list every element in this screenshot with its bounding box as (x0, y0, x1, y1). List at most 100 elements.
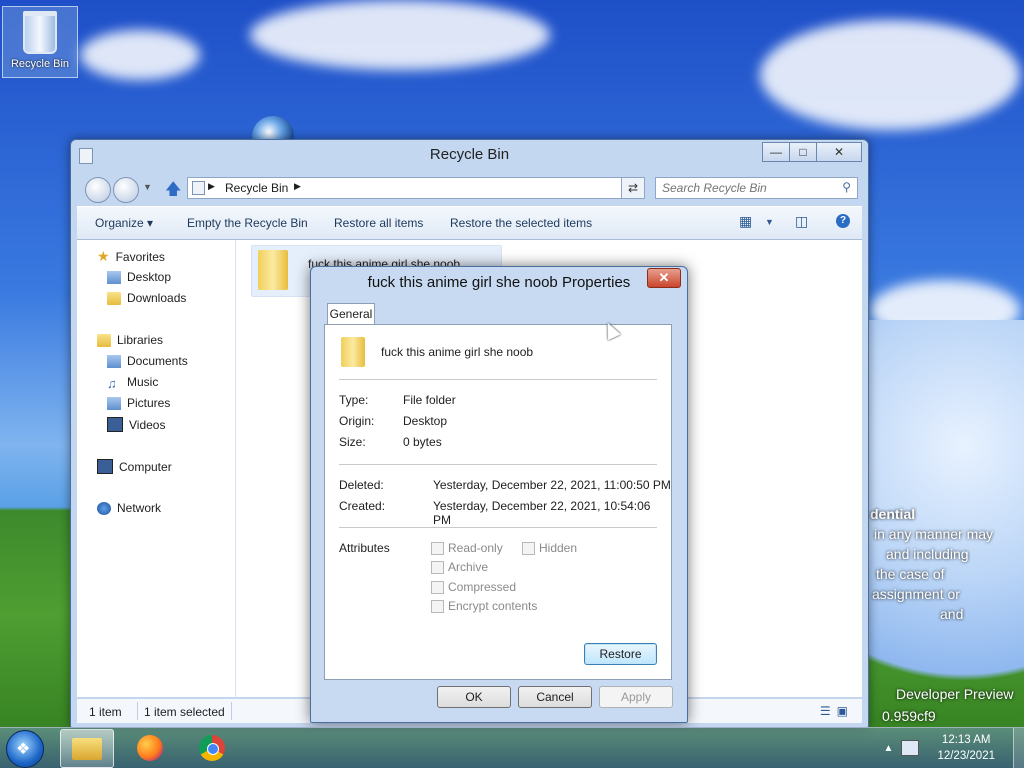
restore-all-button[interactable]: Restore all items (334, 216, 423, 230)
preview-pane-icon[interactable]: ◫ (795, 213, 808, 230)
size-label: Size: (339, 435, 366, 449)
chevron-right-icon[interactable]: ▶ (294, 181, 301, 192)
read-only-checkbox[interactable]: Read-only (431, 541, 503, 555)
checkbox-label: Encrypt contents (448, 599, 538, 613)
minimize-button[interactable]: — (762, 142, 790, 162)
folder-icon (341, 337, 365, 367)
nav-label: Desktop (127, 270, 172, 284)
compressed-checkbox[interactable]: Compressed (431, 580, 516, 594)
nav-label: Music (127, 375, 159, 389)
network-icon (97, 501, 111, 515)
firefox-icon (137, 734, 163, 761)
help-icon[interactable]: ? (836, 214, 850, 228)
videos-icon (107, 417, 123, 432)
maximize-button[interactable]: □ (790, 142, 816, 162)
nav-label: Computer (119, 459, 172, 474)
clock-time: 12:13 AM (941, 734, 991, 746)
wallpaper-cloud (80, 30, 200, 80)
network-status-icon[interactable] (901, 740, 920, 756)
checkbox-box (431, 541, 444, 555)
checkbox-box (522, 541, 535, 555)
ok-button[interactable]: OK (437, 686, 511, 708)
recycle-bin-icon (192, 181, 205, 195)
nav-network[interactable]: Network (97, 501, 161, 515)
cancel-button[interactable]: Cancel (518, 686, 592, 708)
dialog-close-button[interactable]: ✕ (647, 268, 681, 288)
deleted-value: Yesterday, December 22, 2021, 11:00:50 P… (433, 478, 671, 492)
divider (339, 527, 657, 528)
apply-button[interactable]: Apply (599, 686, 673, 708)
refresh-button[interactable]: ⇄ (621, 177, 645, 199)
close-button[interactable]: ✕ (816, 142, 862, 162)
start-button[interactable]: ❖ (6, 730, 44, 768)
nav-label: Videos (129, 417, 166, 432)
pictures-icon (107, 396, 121, 410)
nav-desktop[interactable]: Desktop (107, 270, 171, 284)
wallpaper-text: assignment or (872, 586, 960, 602)
nav-label: Pictures (127, 396, 171, 410)
type-value: File folder (403, 393, 456, 407)
taskbar-firefox-button[interactable] (124, 729, 176, 766)
change-view-icon[interactable]: ▦ (739, 213, 752, 230)
view-toggle-icons[interactable]: ☰▣ (820, 704, 854, 718)
checkbox-label: Archive (448, 560, 489, 574)
wallpaper-text: and (940, 606, 964, 622)
recent-pages-dropdown-icon[interactable]: ▼ (143, 182, 152, 192)
view-dropdown-icon[interactable]: ▼ (765, 217, 774, 227)
desktop-recycle-bin[interactable]: Recycle Bin (2, 6, 78, 78)
restore-selected-button[interactable]: Restore the selected items (450, 216, 592, 230)
checkbox-box (431, 560, 444, 574)
show-desktop-button[interactable] (1013, 728, 1024, 768)
nav-label: Favorites (115, 249, 165, 264)
taskbar-chrome-button[interactable] (186, 729, 238, 766)
show-hidden-icons-icon[interactable]: ▲ (884, 743, 894, 754)
nav-documents[interactable]: Documents (107, 354, 188, 368)
chrome-icon (199, 734, 225, 761)
nav-music[interactable]: ♫ Music (107, 375, 159, 391)
divider (339, 379, 657, 380)
explorer-icon (72, 737, 102, 760)
nav-pictures[interactable]: Pictures (107, 396, 170, 410)
wallpaper-cloud (250, 0, 550, 70)
checkbox-label: Read-only (448, 541, 503, 555)
system-tray: ▲ 12:13 AM 12/23/2021 (884, 728, 1024, 768)
address-bar[interactable]: ▶ Recycle Bin ▶ ▼ (187, 177, 643, 199)
tab-general[interactable]: General (327, 303, 375, 325)
back-button[interactable] (85, 177, 111, 203)
created-value: Yesterday, December 22, 2021, 10:54:06 P… (433, 499, 651, 527)
checkbox-label: Hidden (539, 541, 578, 555)
hidden-checkbox[interactable]: Hidden (522, 541, 577, 555)
nav-computer[interactable]: Computer (97, 459, 172, 474)
encrypt-checkbox[interactable]: Encrypt contents (431, 599, 537, 613)
search-box: ⚲ (655, 177, 858, 199)
clock[interactable]: 12:13 AM 12/23/2021 (937, 732, 995, 764)
item-name: fuck this anime girl she noob (381, 345, 534, 359)
wallpaper-text: dential (870, 506, 916, 522)
created-label: Created: (339, 499, 386, 513)
divider (339, 464, 657, 465)
organize-menu[interactable]: Organize ▾ (95, 216, 153, 230)
caption-buttons: — □ ✕ (762, 142, 862, 162)
restore-button[interactable]: Restore (584, 643, 657, 665)
wallpaper-text: Developer Preview (896, 686, 1014, 702)
empty-recycle-bin-button[interactable]: Empty the Recycle Bin (187, 216, 308, 230)
downloads-folder-icon (107, 291, 121, 305)
taskbar-explorer-button[interactable] (60, 729, 114, 768)
star-icon: ★ (97, 248, 110, 264)
checkbox-box (431, 599, 444, 613)
dialog-title: fuck this anime girl she noob Properties (367, 274, 631, 291)
nav-videos[interactable]: Videos (107, 417, 165, 432)
desktop-icon-label: Recycle Bin (10, 58, 70, 70)
breadcrumb-recycle-bin[interactable]: Recycle Bin (225, 181, 288, 195)
search-input[interactable] (656, 178, 834, 198)
search-icon[interactable]: ⚲ (842, 180, 851, 194)
nav-libraries[interactable]: Libraries (97, 333, 163, 347)
clock-date: 12/23/2021 (937, 750, 995, 762)
chevron-right-icon[interactable]: ▶ (208, 181, 215, 192)
archive-checkbox[interactable]: Archive (431, 560, 488, 574)
nav-favorites[interactable]: ★ Favorites (97, 248, 165, 265)
folder-icon (258, 250, 288, 290)
forward-button[interactable] (113, 177, 139, 203)
nav-downloads[interactable]: Downloads (107, 291, 186, 305)
up-arrow-icon[interactable]: 🡅 (165, 178, 181, 205)
